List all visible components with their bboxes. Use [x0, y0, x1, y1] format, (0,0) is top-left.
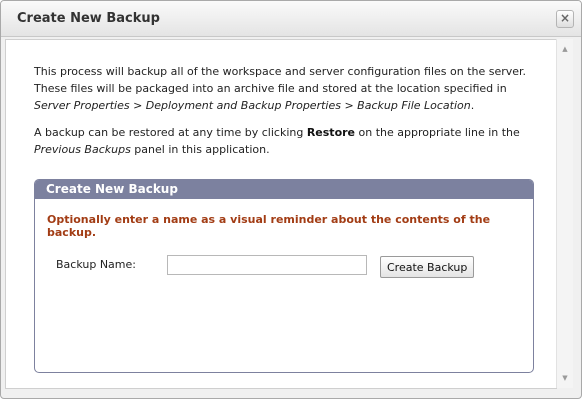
restore-keyword: Restore — [306, 126, 356, 139]
panel-note: Optionally enter a name as a visual remi… — [47, 213, 491, 239]
intro-text-2: . — [470, 99, 475, 112]
panel-header: Create New Backup — [35, 180, 533, 199]
create-backup-dialog: Create New Backup × This process will ba… — [0, 0, 582, 399]
create-backup-button[interactable]: Create Backup — [380, 256, 475, 278]
previous-backups-name: Previous Backups — [34, 143, 131, 156]
restore-text-2: on the appropriate line in the — [355, 126, 520, 139]
restore-text-1: A backup can be restored at any time by … — [34, 126, 307, 139]
backup-name-input[interactable] — [167, 255, 367, 275]
dialog-content: This process will backup all of the work… — [5, 39, 557, 389]
scrollbar[interactable]: ▲ ▼ — [556, 39, 573, 388]
restore-text-3: panel in this application. — [130, 143, 270, 156]
backup-name-label: Backup Name: — [56, 258, 136, 271]
backup-location-path: Server Properties > Deployment and Backu… — [34, 99, 471, 112]
scroll-down-icon[interactable]: ▼ — [560, 373, 570, 383]
close-icon[interactable]: × — [556, 10, 574, 28]
restore-paragraph: A backup can be restored at any time by … — [34, 124, 544, 158]
dialog-titlebar: Create New Backup × — [1, 1, 581, 37]
intro-paragraph: This process will backup all of the work… — [34, 63, 544, 114]
create-backup-panel: Create New Backup Optionally enter a nam… — [34, 179, 534, 373]
dialog-title: Create New Backup — [17, 11, 160, 26]
scroll-up-icon[interactable]: ▲ — [560, 44, 570, 54]
intro-text-1: This process will backup all of the work… — [34, 65, 527, 95]
